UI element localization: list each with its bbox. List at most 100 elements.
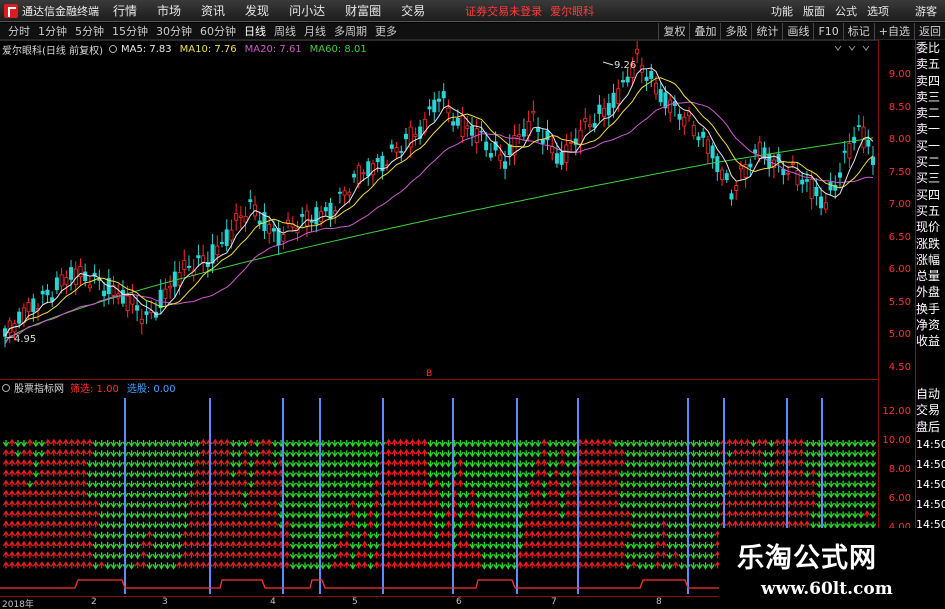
current-stock-name: 爱尔眼科 bbox=[550, 4, 595, 18]
quote-field-label: 换手 bbox=[916, 301, 941, 316]
period-daily[interactable]: 日线 bbox=[244, 23, 266, 39]
quote-field-label: 买五 bbox=[916, 203, 941, 218]
quote-field-label: 卖五 bbox=[916, 57, 941, 72]
period-15min[interactable]: 15分钟 bbox=[112, 23, 148, 39]
indicator-tick-label: 12.00 bbox=[882, 406, 911, 417]
indicator-select-value: 选股: 0.00 bbox=[126, 384, 176, 395]
chart-tools: 复权 叠加 多股 统计 画线 F10 标记 +自选 返回 bbox=[658, 22, 945, 40]
tool-adjust[interactable]: 复权 bbox=[658, 22, 689, 40]
tool-multi-stock[interactable]: 多股 bbox=[720, 22, 751, 40]
watermark-title: 乐淘公式网 bbox=[737, 543, 877, 574]
quote-panel: 委比 卖五 卖四 卖三 卖二 卖一 买一 买二 买三 买四 买五 现价 涨跌 涨幅 总量 外盘 换手 净资 收益 自… bbox=[915, 40, 945, 609]
indicator-name: 股票指标网 bbox=[14, 384, 64, 395]
trade-time-label: 14:50 bbox=[916, 497, 945, 511]
low-price-label: 4.95 bbox=[14, 334, 36, 345]
ma20-label: MA20: 7.61 bbox=[244, 43, 302, 55]
menu-item-market[interactable]: 市场 bbox=[157, 2, 181, 19]
trade-mode-label[interactable]: 交易 bbox=[916, 402, 945, 418]
ma10-label: MA10: 7.76 bbox=[179, 43, 237, 55]
tool-draw[interactable]: 画线 bbox=[782, 22, 813, 40]
period-5min[interactable]: 5分钟 bbox=[75, 23, 104, 39]
menu-layout[interactable]: 版面 bbox=[803, 3, 825, 19]
guest-user[interactable]: 游客 bbox=[915, 3, 937, 19]
quote-field-label: 现价 bbox=[916, 220, 941, 235]
period-1min[interactable]: 1分钟 bbox=[38, 23, 67, 39]
menu-options[interactable]: 选项 bbox=[867, 3, 889, 19]
menu-formula[interactable]: 公式 bbox=[835, 3, 857, 19]
quote-field-label: 委比 bbox=[916, 41, 941, 55]
period-more[interactable]: 更多 bbox=[375, 23, 397, 39]
quote-field-label: 卖三 bbox=[916, 89, 941, 104]
price-tick-label: 8.00 bbox=[888, 134, 911, 145]
indicator-settings-icon[interactable] bbox=[108, 45, 117, 53]
trade-mode-label[interactable]: 自动 bbox=[916, 386, 945, 402]
menu-item-news[interactable]: 资讯 bbox=[201, 2, 225, 19]
quote-field-label: 买一 bbox=[916, 138, 941, 153]
price-tick-label: 7.00 bbox=[888, 199, 911, 210]
price-tick-label: 5.00 bbox=[888, 329, 911, 340]
date-tick-label: 3 bbox=[162, 597, 168, 607]
period-multi[interactable]: 多周期 bbox=[334, 23, 367, 39]
chart-title: 爱尔眼科(日线 前复权) bbox=[2, 45, 103, 57]
trade-login-warning[interactable]: 证券交易未登录 bbox=[465, 3, 542, 19]
quote-field-label: 买二 bbox=[916, 155, 941, 170]
price-tick-label: 8.50 bbox=[888, 101, 911, 113]
quote-field-label: 涨跌 bbox=[916, 236, 941, 251]
menu-item-discover[interactable]: 发现 bbox=[245, 2, 269, 19]
trade-mode-label[interactable]: 盘后 bbox=[916, 419, 945, 435]
high-price-label: 9.26 bbox=[614, 60, 636, 71]
quote-field-label: 买四 bbox=[916, 187, 941, 202]
date-tick-label: 4 bbox=[270, 597, 276, 607]
tool-add-watchlist[interactable]: +自选 bbox=[873, 22, 914, 40]
menu-function[interactable]: 功能 bbox=[771, 3, 793, 19]
price-tick-label: 7.50 bbox=[888, 166, 911, 178]
period-weekly[interactable]: 周线 bbox=[274, 23, 296, 39]
quote-field-label: 外盘 bbox=[916, 285, 941, 300]
trade-time-label: 14:50 bbox=[916, 477, 945, 491]
quote-field-label: 收益 bbox=[916, 334, 941, 349]
price-axis: 9.00 8.50 8.00 7.50 7.00 6.50 6.00 5.50 5.00 4.50 bbox=[879, 40, 915, 380]
period-30min[interactable]: 30分钟 bbox=[156, 23, 192, 39]
indicator-panel-settings-icon[interactable] bbox=[2, 383, 10, 392]
period-tick[interactable]: 分时 bbox=[8, 23, 30, 39]
tool-overlay[interactable]: 叠加 bbox=[689, 22, 720, 40]
quote-field-label: 卖一 bbox=[916, 122, 941, 137]
price-tick-label: 6.00 bbox=[888, 264, 911, 275]
buy-marker: B bbox=[426, 369, 432, 379]
indicator-tick-label: 8.00 bbox=[888, 464, 911, 475]
quote-field-label: 卖二 bbox=[916, 106, 941, 121]
chart-title-bar: 爱尔眼科(日线 前复权) MA5: 7.83 MA10: 7.76 MA20: … bbox=[2, 42, 367, 57]
period-monthly[interactable]: 月线 bbox=[304, 23, 326, 39]
ma5-label: MA5: 7.83 bbox=[120, 43, 172, 55]
tool-mark[interactable]: 标记 bbox=[842, 22, 874, 40]
date-tick-label: 7 bbox=[551, 597, 557, 607]
price-tick-label: 9.00 bbox=[888, 69, 911, 80]
price-tick-label: 5.50 bbox=[888, 296, 911, 308]
indicator-tick-label: 10.00 bbox=[882, 435, 911, 446]
date-tick-label: 2018年 bbox=[2, 600, 34, 609]
indicator-tick-label: 6.00 bbox=[888, 493, 911, 504]
app-logo-icon bbox=[4, 3, 18, 18]
menu-item-quotes[interactable]: 行情 bbox=[113, 2, 137, 19]
trade-time-label: 14:50 bbox=[916, 437, 945, 451]
watermark-url: www.60lt.com bbox=[761, 579, 893, 599]
trade-time-label: 14:50 bbox=[916, 457, 945, 471]
menu-item-wealth[interactable]: 财富圈 bbox=[345, 2, 381, 19]
candlestick-chart[interactable]: 9.26 4.95 B bbox=[0, 40, 879, 380]
quote-field-label: 买三 bbox=[916, 171, 941, 186]
price-tick-label: 6.50 bbox=[888, 231, 911, 243]
quote-field-label: 涨幅 bbox=[916, 252, 941, 267]
tool-stats[interactable]: 统计 bbox=[751, 22, 782, 40]
menu-item-trade[interactable]: 交易 bbox=[401, 2, 425, 19]
price-tick-label: 4.50 bbox=[888, 361, 911, 373]
date-tick-label: 6 bbox=[456, 597, 462, 607]
tool-back[interactable]: 返回 bbox=[914, 22, 945, 40]
period-60min[interactable]: 60分钟 bbox=[200, 23, 236, 39]
watermark: 乐淘公式网 www.60lt.com bbox=[719, 528, 945, 609]
date-tick-label: 2 bbox=[91, 597, 97, 607]
indicator-title-bar: 股票指标网 筛选: 1.00 选股: 0.00 bbox=[2, 381, 176, 395]
indicator-filter-value: 筛选: 1.00 bbox=[70, 384, 119, 395]
menu-item-ask[interactable]: 问小达 bbox=[289, 2, 325, 19]
tool-f10[interactable]: F10 bbox=[813, 22, 842, 40]
menu-bar: 通达信金融终端 行情 市场 资讯 发现 问小达 财富圈 交易 证券交易未登录 爱… bbox=[0, 0, 945, 22]
